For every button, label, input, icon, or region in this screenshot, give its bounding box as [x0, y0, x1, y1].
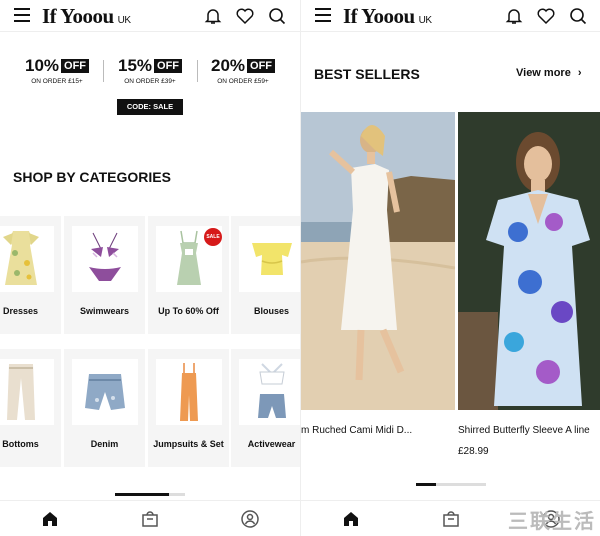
- denim-shorts-icon: [72, 359, 138, 425]
- bag-icon[interactable]: [441, 509, 461, 529]
- bestsellers-title: BEST SELLERS: [314, 66, 420, 82]
- product-name[interactable]: Shirred Butterfly Sleeve A line: [458, 425, 600, 436]
- bell-icon[interactable]: [504, 6, 524, 26]
- activewear-set-icon: [239, 359, 300, 425]
- category-scrollbar[interactable]: [115, 493, 185, 496]
- category-sale[interactable]: SALE Up To 60% Off: [148, 216, 229, 334]
- product-photo-floral-dress: [458, 112, 600, 410]
- home-icon[interactable]: [341, 509, 361, 529]
- menu-icon[interactable]: [315, 8, 331, 22]
- orange-jumpsuit-icon: [156, 359, 222, 425]
- bell-icon[interactable]: [203, 6, 223, 26]
- chevron-right-icon: ›: [577, 67, 582, 79]
- divider: [103, 60, 104, 82]
- promo-20[interactable]: 20% OFF ON ORDER £59+: [198, 56, 288, 85]
- product-photo-white-dress: [301, 112, 455, 410]
- menu-icon[interactable]: [14, 8, 30, 22]
- product-scrollbar[interactable]: [416, 483, 486, 486]
- category-jumpsuits[interactable]: Jumpsuits & Set: [148, 349, 229, 467]
- category-blouses[interactable]: Blouses: [231, 216, 300, 334]
- category-dresses[interactable]: Dresses: [0, 216, 61, 334]
- brand-logo[interactable]: If Yooou UK: [42, 4, 131, 29]
- category-activewear[interactable]: Activewear: [231, 349, 300, 467]
- home-icon[interactable]: [40, 509, 60, 529]
- heart-icon[interactable]: [235, 6, 255, 26]
- top-bar: If Yooou UK: [0, 0, 300, 32]
- code-badge[interactable]: CODE: SALE: [117, 99, 183, 115]
- watermark: 三联生活: [508, 511, 596, 533]
- category-swimwears[interactable]: Swimwears: [64, 216, 145, 334]
- category-denim[interactable]: Denim: [64, 349, 145, 467]
- bikini-icon: [72, 226, 138, 292]
- promo-10[interactable]: 10% OFF ON ORDER £15+: [12, 56, 102, 85]
- bottom-nav: [0, 500, 300, 536]
- product-price: £28.99: [458, 446, 489, 457]
- categories-title: SHOP BY CATEGORIES: [13, 169, 171, 185]
- account-icon[interactable]: [240, 509, 260, 529]
- product-card-image[interactable]: [301, 112, 455, 410]
- brand-logo[interactable]: If Yooou UK: [343, 4, 432, 29]
- floral-dress-icon: [0, 226, 54, 292]
- search-icon[interactable]: [568, 6, 588, 26]
- promo-15[interactable]: 15% OFF ON ORDER £39+: [105, 56, 195, 85]
- top-bar: If Yooou UK: [301, 0, 600, 32]
- product-name[interactable]: m Ruched Cami Midi D...: [301, 425, 451, 436]
- heart-icon[interactable]: [536, 6, 556, 26]
- search-icon[interactable]: [267, 6, 287, 26]
- trousers-icon: [0, 359, 54, 425]
- bag-icon[interactable]: [140, 509, 160, 529]
- home-screen: If Yooou UK 10% OFF ON ORDER £15+ 15% OFF O…: [0, 0, 300, 536]
- yellow-blouse-icon: [239, 226, 300, 292]
- product-card-image[interactable]: [458, 112, 600, 410]
- category-bottoms[interactable]: Bottoms: [0, 349, 61, 467]
- sale-badge: SALE: [204, 228, 222, 246]
- bestsellers-screen: If Yooou UK BEST SELLERS View more › m R…: [300, 0, 600, 536]
- view-more-link[interactable]: View more ›: [516, 67, 582, 79]
